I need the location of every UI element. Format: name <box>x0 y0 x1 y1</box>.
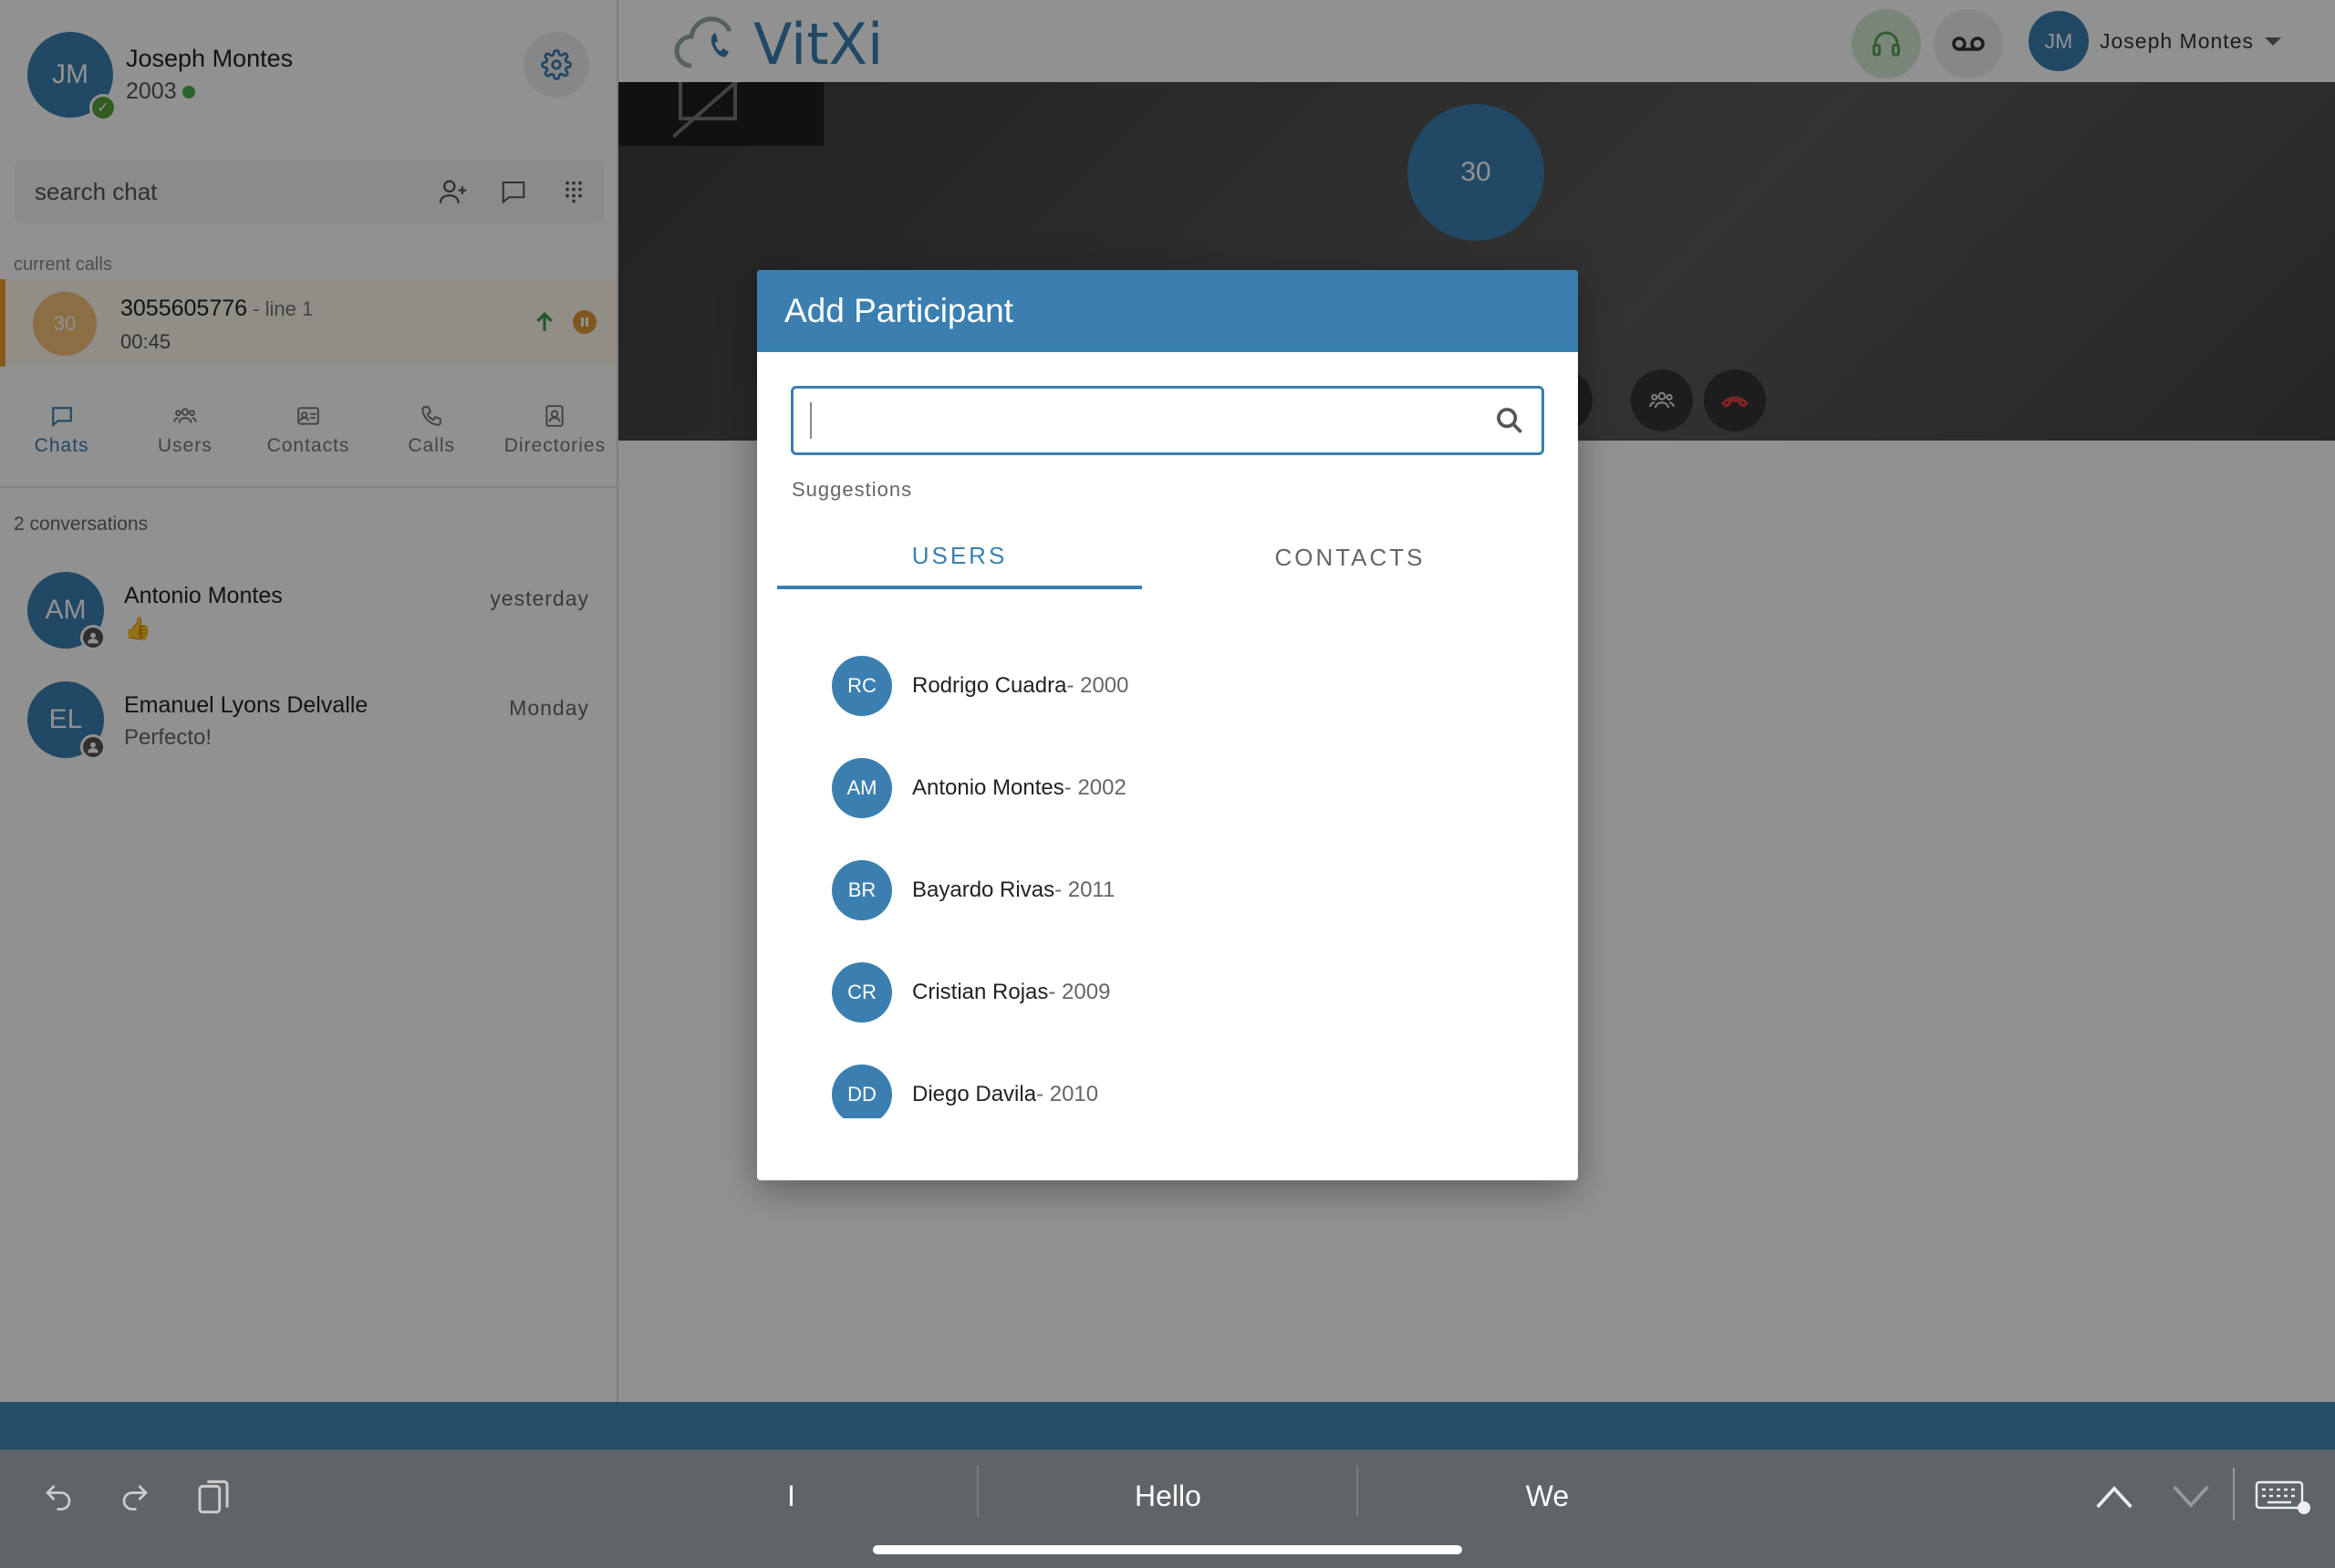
avatar: AM <box>832 758 892 818</box>
list-item[interactable]: BR Bayardo Rivas - 2011 <box>757 839 1578 941</box>
app-footer-strip <box>0 1402 2335 1449</box>
user-extension: - 2011 <box>1054 877 1116 902</box>
suggestion-list: RC Rodrigo Cuadra - 2000 AM Antonio Mont… <box>757 635 1578 1118</box>
tab-contacts[interactable]: CONTACTS <box>1142 525 1558 589</box>
keyboard-shortcut-bar: I Hello We <box>0 1449 2335 1568</box>
prediction-2[interactable]: Hello <box>979 1468 1357 1524</box>
user-extension: - 2009 <box>1048 980 1111 1004</box>
user-extension: - 2000 <box>1066 673 1129 698</box>
paste-icon[interactable] <box>186 1469 241 1524</box>
participant-search[interactable] <box>791 386 1544 455</box>
list-item[interactable]: AM Antonio Montes - 2002 <box>757 737 1578 839</box>
tab-users[interactable]: USERS <box>777 525 1142 589</box>
avatar-initials: AM <box>846 776 877 799</box>
user-name: Rodrigo Cuadra <box>912 673 1067 698</box>
chevron-up-icon[interactable] <box>2087 1469 2142 1524</box>
dialog-title: Add Participant <box>757 270 1578 352</box>
list-item[interactable]: RC Rodrigo Cuadra - 2000 <box>757 635 1578 737</box>
avatar-initials: CR <box>847 981 877 1003</box>
user-name: Antonio Montes <box>912 775 1064 800</box>
avatar-initials: DD <box>847 1083 877 1106</box>
participant-tabs: USERS CONTACTS <box>777 525 1558 589</box>
list-item[interactable]: DD Diego Davila - 2010 <box>757 1044 1578 1118</box>
user-extension: - 2010 <box>1036 1082 1099 1106</box>
redo-icon[interactable] <box>108 1469 162 1524</box>
suggestions-label: Suggestions <box>792 478 913 501</box>
user-name: Cristian Rojas <box>912 980 1049 1004</box>
undo-icon[interactable] <box>31 1469 86 1524</box>
avatar: DD <box>832 1064 892 1118</box>
add-participant-dialog: Add Participant Suggestions USERS CONTAC… <box>757 270 1578 1180</box>
chevron-down-icon[interactable] <box>2164 1469 2218 1524</box>
avatar: CR <box>832 962 892 1023</box>
prediction-1[interactable]: I <box>602 1468 981 1524</box>
user-name: Diego Davila <box>912 1082 1037 1106</box>
avatar-initials: BR <box>847 878 877 901</box>
prediction-3[interactable]: We <box>1358 1468 1737 1524</box>
list-item[interactable]: CR Cristian Rojas - 2009 <box>757 941 1578 1044</box>
home-indicator[interactable] <box>873 1545 1462 1554</box>
avatar: BR <box>832 860 892 920</box>
avatar-initials: RC <box>847 674 877 697</box>
participant-search-input[interactable] <box>810 402 1494 439</box>
keyboard-icon[interactable] <box>2249 1469 2319 1524</box>
user-extension: - 2002 <box>1064 775 1126 800</box>
toolbar-divider <box>2233 1468 2235 1521</box>
avatar: RC <box>832 656 892 716</box>
user-name: Bayardo Rivas <box>912 877 1055 902</box>
search-icon[interactable] <box>1494 405 1525 436</box>
